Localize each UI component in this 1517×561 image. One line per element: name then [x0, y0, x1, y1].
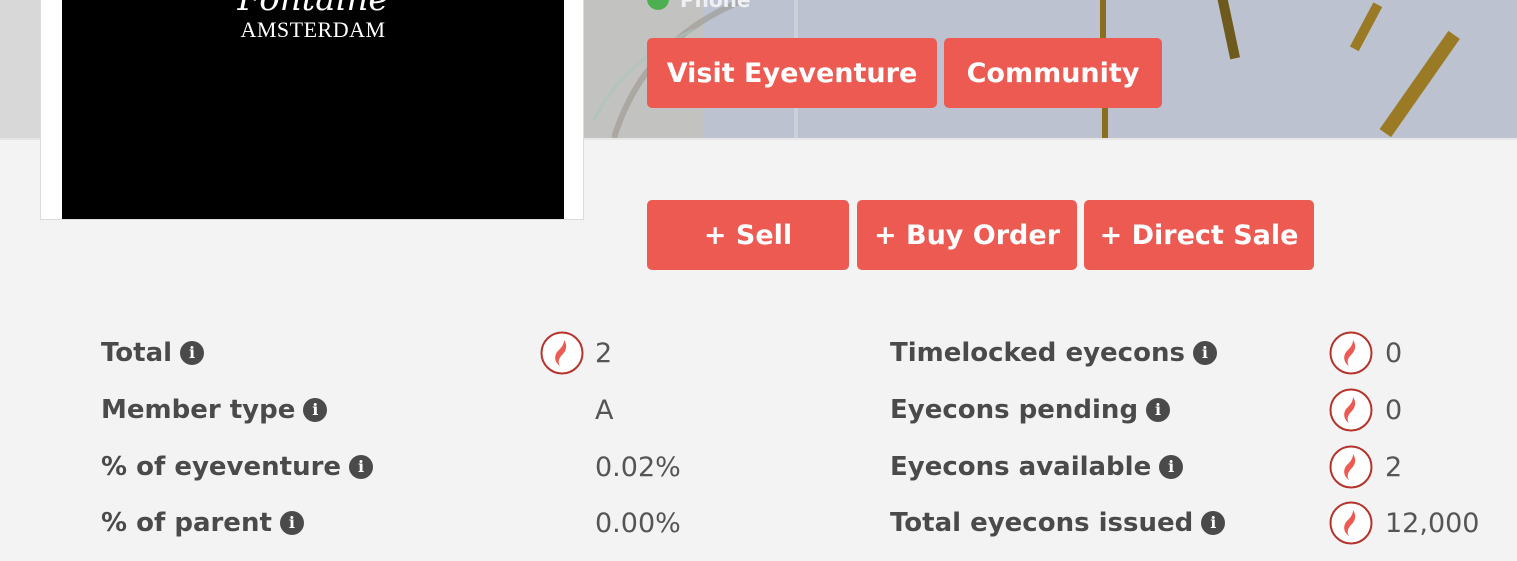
- info-icon[interactable]: i: [180, 341, 205, 365]
- logo-city-text: AMSTERDAM: [240, 17, 386, 42]
- info-icon[interactable]: i: [303, 398, 328, 422]
- stat-label-text: Timelocked eyecons: [890, 338, 1185, 368]
- info-icon[interactable]: i: [1146, 398, 1171, 422]
- stat-total-issued-value: 12,000: [1385, 507, 1480, 539]
- stat-total-label: Total i: [101, 333, 205, 373]
- stat-pct-eyeventure-value: 0.02%: [595, 451, 681, 483]
- stat-pct-parent-label: % of parent i: [101, 503, 304, 543]
- stat-member-type-value: A: [595, 394, 614, 426]
- brand-logo: Fontaine AMSTERDAM: [62, 0, 564, 219]
- stat-timelocked-label: Timelocked eyecons i: [890, 333, 1217, 373]
- stat-member-type-label: Member type i: [101, 390, 328, 430]
- stat-pct-eyeventure-label: % of eyeventure i: [101, 447, 374, 487]
- stat-label-text: Member type: [101, 395, 296, 425]
- info-icon[interactable]: i: [1159, 455, 1184, 479]
- stat-label-text: % of parent: [101, 508, 272, 538]
- community-button[interactable]: Community: [944, 38, 1162, 108]
- stat-available-label: Eyecons available i: [890, 447, 1184, 487]
- stat-label-text: Eyecons pending: [890, 395, 1139, 425]
- stat-pending-label: Eyecons pending i: [890, 390, 1171, 430]
- eyecon-coin-icon: [1329, 388, 1373, 432]
- info-icon[interactable]: i: [279, 511, 304, 535]
- eyecon-coin-icon: [540, 331, 584, 375]
- stat-label-text: Total: [101, 338, 173, 368]
- stat-label-text: % of eyeventure: [101, 452, 342, 482]
- visit-eyeventure-button[interactable]: Visit Eyeventure: [647, 38, 937, 108]
- stat-pending-value: 0: [1385, 394, 1403, 426]
- info-icon[interactable]: i: [349, 455, 374, 479]
- info-icon[interactable]: i: [1201, 511, 1226, 535]
- stat-available-value: 2: [1385, 451, 1403, 483]
- stat-total-value: 2: [595, 337, 613, 369]
- brand-logo-card: Fontaine AMSTERDAM: [40, 0, 584, 220]
- phone-status-label: Phone: [680, 0, 751, 12]
- info-icon[interactable]: i: [1192, 341, 1217, 365]
- stat-label-text: Total eyecons issued: [890, 508, 1194, 538]
- stat-pct-parent-value: 0.00%: [595, 507, 681, 539]
- stat-timelocked-value: 0: [1385, 337, 1403, 369]
- sell-button[interactable]: + Sell: [647, 200, 849, 270]
- stat-label-text: Eyecons available: [890, 452, 1152, 482]
- eyecon-coin-icon: [1329, 445, 1373, 489]
- eyecon-coin-icon: [1329, 501, 1373, 545]
- eyecon-coin-icon: [1329, 331, 1373, 375]
- direct-sale-button[interactable]: + Direct Sale: [1084, 200, 1314, 270]
- buy-order-button[interactable]: + Buy Order: [857, 200, 1077, 270]
- stat-total-issued-label: Total eyecons issued i: [890, 503, 1226, 543]
